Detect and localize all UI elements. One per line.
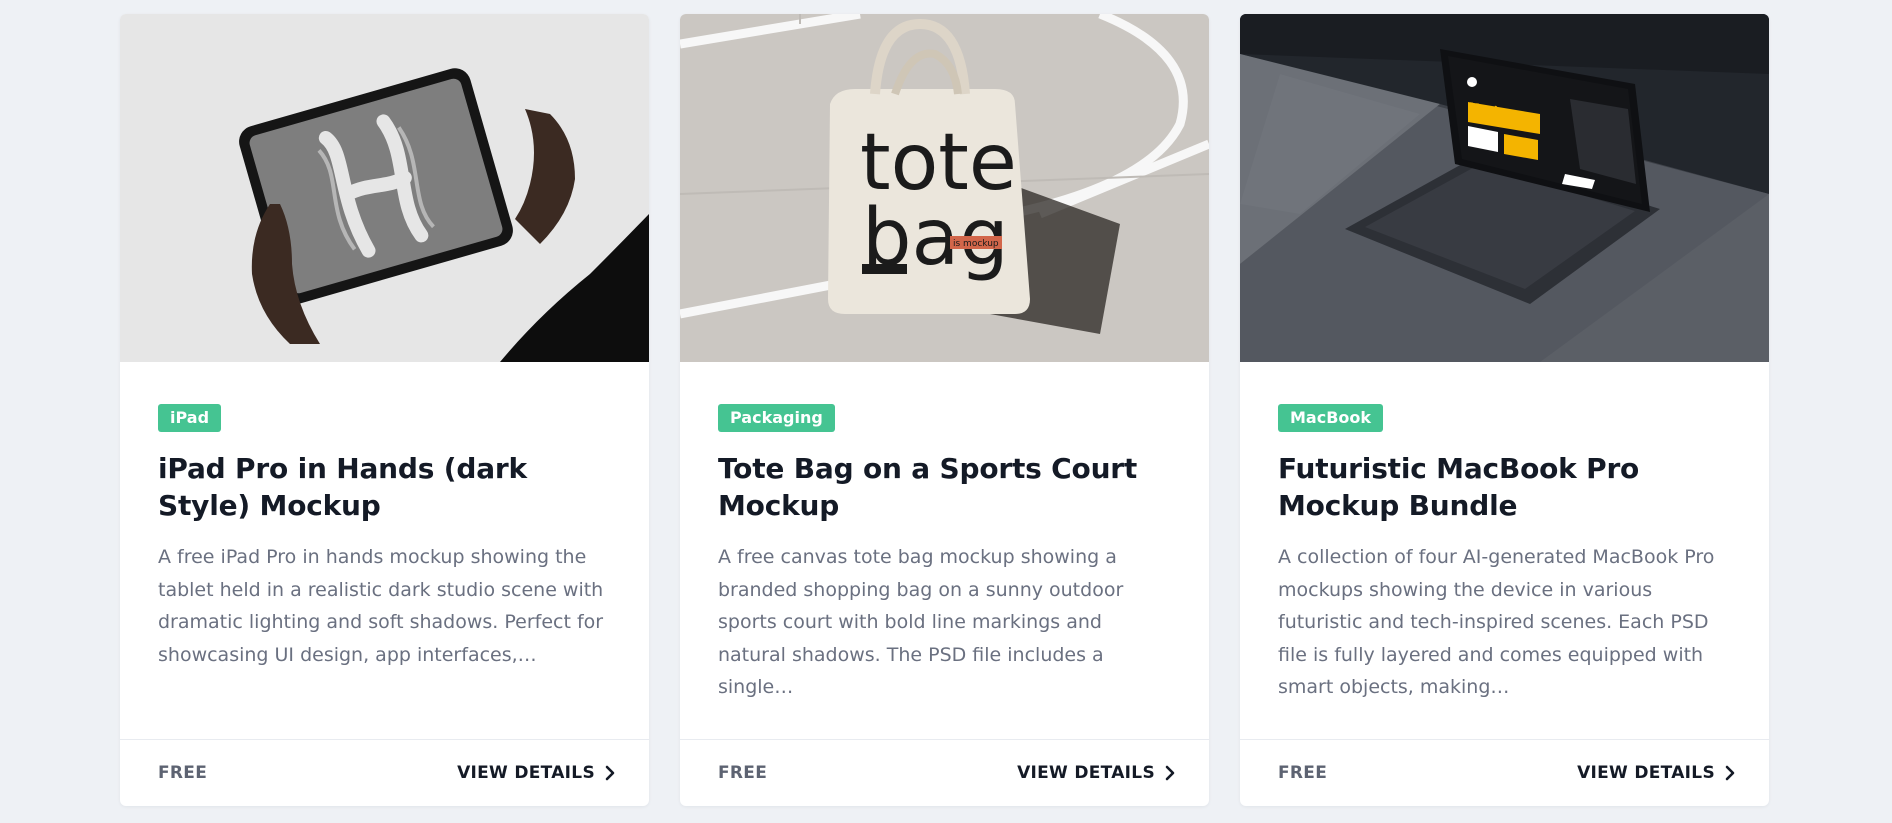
view-details-link[interactable]: VIEW DETAILS bbox=[1017, 763, 1175, 783]
card-footer: FREE VIEW DETAILS bbox=[120, 739, 649, 806]
price-label: FREE bbox=[158, 763, 208, 783]
macbook-image[interactable]: Mockup. bbox=[1240, 14, 1769, 362]
card-title[interactable]: iPad Pro in Hands (dark Style) Mockup bbox=[158, 450, 611, 524]
chevron-right-icon bbox=[605, 765, 615, 781]
view-details-label: VIEW DETAILS bbox=[457, 763, 595, 783]
mockup-card: tote bag is mockup Packaging Tote Bag on… bbox=[680, 14, 1209, 806]
chevron-right-icon bbox=[1165, 765, 1175, 781]
price-label: FREE bbox=[1278, 763, 1328, 783]
ipad-hands-image[interactable] bbox=[120, 14, 649, 362]
mockup-tag-text: is mockup bbox=[953, 239, 999, 249]
card-footer: FREE VIEW DETAILS bbox=[680, 739, 1209, 806]
category-badge[interactable]: iPad bbox=[158, 404, 222, 432]
card-description: A free canvas tote bag mockup showing a … bbox=[718, 546, 1124, 698]
mockup-card-grid: iPad iPad Pro in Hands (dark Style) Mock… bbox=[120, 14, 1769, 806]
card-description: A free iPad Pro in hands mockup showing … bbox=[158, 546, 604, 666]
chevron-right-icon bbox=[1725, 765, 1735, 781]
card-description: A collection of four AI-generated MacBoo… bbox=[1278, 546, 1715, 698]
view-details-label: VIEW DETAILS bbox=[1017, 763, 1155, 783]
mockup-card: iPad iPad Pro in Hands (dark Style) Mock… bbox=[120, 14, 649, 806]
view-details-link[interactable]: VIEW DETAILS bbox=[457, 763, 615, 783]
view-details-label: VIEW DETAILS bbox=[1577, 763, 1715, 783]
tote-bag-image[interactable]: tote bag is mockup bbox=[680, 14, 1209, 362]
card-footer: FREE VIEW DETAILS bbox=[1240, 739, 1769, 806]
card-title[interactable]: Tote Bag on a Sports Court Mockup bbox=[718, 450, 1171, 524]
category-badge[interactable]: Packaging bbox=[718, 404, 835, 432]
category-badge[interactable]: MacBook bbox=[1278, 404, 1384, 432]
price-label: FREE bbox=[718, 763, 768, 783]
card-title[interactable]: Futuristic MacBook Pro Mockup Bundle bbox=[1278, 450, 1731, 524]
mockup-card: Mockup. MacBook Futuristic MacBook Pro M… bbox=[1240, 14, 1769, 806]
view-details-link[interactable]: VIEW DETAILS bbox=[1577, 763, 1735, 783]
